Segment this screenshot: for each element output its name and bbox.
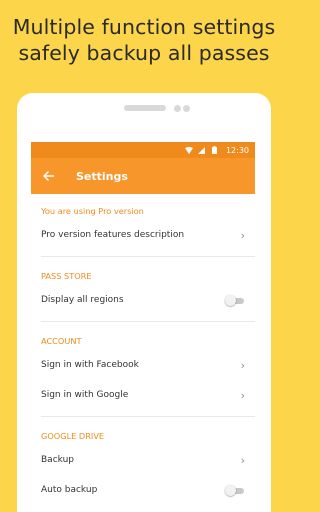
battery-icon [210, 146, 220, 154]
headline-line-1: Multiple function settings [12, 15, 276, 39]
pro-features-item[interactable]: Pro version features description › [31, 220, 255, 250]
phone-speaker [124, 105, 166, 111]
chevron-right-icon: › [240, 358, 245, 372]
chevron-right-icon: › [240, 388, 245, 402]
pro-features-label: Pro version features description [41, 230, 185, 240]
divider [41, 256, 255, 257]
display-all-regions-label: Display all regions [41, 295, 124, 305]
app-bar: Settings [31, 158, 255, 194]
chevron-right-icon: › [240, 453, 245, 467]
chevron-right-icon: › [240, 228, 245, 242]
google-drive-section-header: GOOGLE DRIVE [41, 431, 105, 441]
auto-backup-label: Auto backup [41, 485, 98, 495]
account-section-header: ACCOUNT [41, 336, 82, 346]
signal-icon [197, 146, 207, 154]
headline: Multiple function settings safely backup… [0, 14, 288, 66]
pass-store-section-header: PASS STORE [41, 271, 92, 281]
backup-label: Backup [41, 455, 74, 465]
backup-item[interactable]: Backup › [31, 445, 255, 475]
sign-in-facebook-item[interactable]: Sign in with Facebook › [31, 350, 255, 380]
auto-backup-item[interactable]: Auto backup [31, 475, 255, 505]
phone-sensor [174, 105, 181, 112]
divider [41, 416, 255, 417]
toggle-knob [225, 294, 236, 306]
sign-in-google-item[interactable]: Sign in with Google › [31, 380, 255, 410]
sign-in-google-label: Sign in with Google [41, 390, 129, 400]
auto-backup-toggle[interactable] [225, 484, 245, 496]
pro-section-header: You are using Pro version [41, 206, 144, 216]
toggle-knob [225, 484, 236, 496]
status-bar: 12:30 [31, 142, 255, 158]
status-time: 12:30 [225, 145, 249, 155]
page-title: Settings [76, 169, 128, 183]
sign-in-facebook-label: Sign in with Facebook [41, 360, 139, 370]
divider [41, 321, 255, 322]
arrow-left-icon [42, 171, 54, 181]
display-all-regions-item[interactable]: Display all regions [31, 285, 255, 315]
phone-screen: 12:30 Settings You are using Pro version… [31, 142, 255, 512]
phone-camera [183, 105, 190, 112]
back-button[interactable] [31, 158, 65, 194]
wifi-icon [184, 146, 194, 154]
headline-line-2: safely backup all passes [18, 41, 270, 65]
display-all-regions-toggle[interactable] [225, 294, 245, 306]
